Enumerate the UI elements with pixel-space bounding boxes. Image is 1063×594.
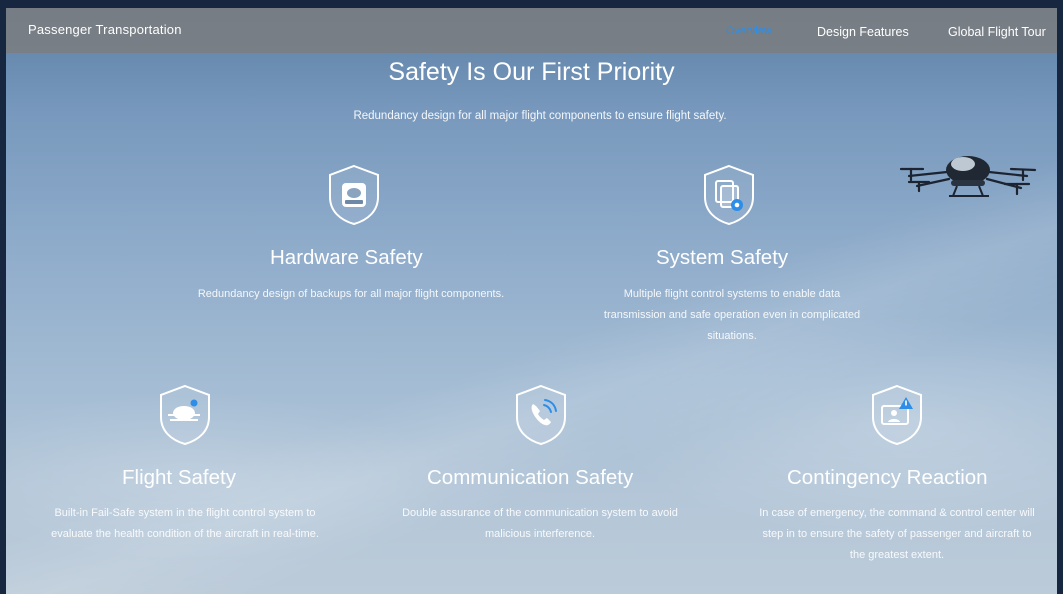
feature-description: Redundancy design of backups for all maj… <box>197 288 505 300</box>
brand-link[interactable]: Passenger Transportation <box>28 22 182 37</box>
page-frame: Passenger Transportation Overview Design… <box>6 8 1057 594</box>
feature-description: Double assurance of the communication sy… <box>402 507 678 540</box>
top-navbar: Passenger Transportation Overview Design… <box>6 8 1057 53</box>
drone-illustration <box>899 156 1037 197</box>
page-title: Safety Is Our First Priority <box>388 58 675 86</box>
feature-description: Multiple flight control systems to enabl… <box>603 288 861 342</box>
feature-title: Contingency Reaction <box>787 466 988 489</box>
nav-link-global-flight-tour[interactable]: Global Flight Tour <box>948 25 1046 39</box>
command-center-alert-icon <box>872 384 922 446</box>
feature-description: Built-in Fail-Safe system in the flight … <box>51 507 319 540</box>
feature-title: Hardware Safety <box>270 246 423 269</box>
feature-title: Communication Safety <box>427 466 634 489</box>
hard-drive-icon <box>329 164 379 226</box>
nav-link-design-features[interactable]: Design Features <box>817 25 909 39</box>
aircraft-icon <box>160 384 210 446</box>
system-settings-icon <box>704 164 754 226</box>
phone-signal-icon <box>516 384 566 446</box>
page-subtitle: Redundancy design for all major flight c… <box>353 110 727 122</box>
nav-link-overview[interactable]: Overview <box>726 25 772 37</box>
feature-description: In case of emergency, the command & cont… <box>759 507 1035 561</box>
feature-title: Flight Safety <box>122 466 236 489</box>
feature-title: System Safety <box>656 246 789 269</box>
